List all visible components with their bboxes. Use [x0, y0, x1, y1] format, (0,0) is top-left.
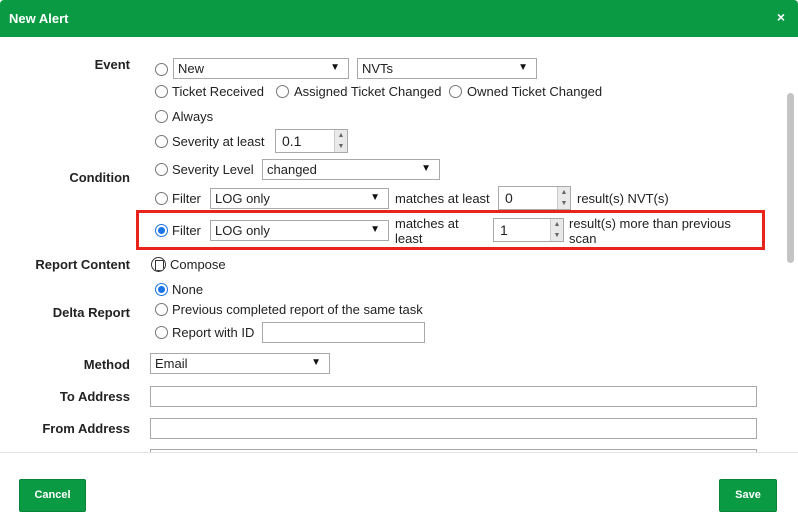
condition-label: Condition: [69, 170, 130, 185]
cancel-button[interactable]: Cancel: [19, 479, 86, 512]
compose-icon[interactable]: [151, 257, 166, 272]
dialog-titlebar: New Alert ×: [0, 0, 798, 37]
delta-report-id-radio[interactable]: [155, 326, 168, 339]
chevron-down-icon: ▼: [421, 163, 431, 174]
severity-level-label: Severity Level: [172, 162, 254, 177]
method-value: Email: [155, 356, 188, 371]
scrollbar-thumb[interactable]: [787, 93, 794, 263]
assigned-ticket-changed-label: Assigned Ticket Changed: [294, 84, 442, 99]
from-address-label: From Address: [42, 421, 130, 436]
filter-nvt-result-label: result(s) NVT(s): [577, 191, 669, 206]
chevron-down-icon: ▼: [330, 62, 340, 73]
method-select[interactable]: Email ▼: [150, 353, 330, 374]
filter-nvt-count-stepper[interactable]: 0 ▲ ▼: [498, 186, 571, 210]
severity-value-stepper[interactable]: 0.1 ▲ ▼: [275, 129, 348, 153]
severity-level-value: changed: [267, 162, 317, 177]
report-content-label: Report Content: [35, 257, 130, 272]
severity-level-radio[interactable]: [155, 163, 168, 176]
event-type-value: New: [178, 61, 205, 76]
delta-report-id-label: Report with ID: [172, 325, 255, 340]
delta-previous-label: Previous completed report of the same ta…: [172, 302, 423, 317]
event-new-radio[interactable]: [155, 63, 168, 76]
assigned-ticket-changed-radio[interactable]: [276, 85, 289, 98]
dialog-footer: Cancel Save: [0, 452, 798, 520]
ticket-received-label: Ticket Received: [172, 84, 264, 99]
to-address-label: To Address: [59, 389, 130, 404]
event-type-select[interactable]: New ▼: [173, 58, 349, 79]
highlight-box: [136, 210, 765, 250]
ticket-received-radio[interactable]: [155, 85, 168, 98]
delta-previous-radio[interactable]: [155, 303, 168, 316]
filter-nvt-radio[interactable]: [155, 192, 168, 205]
dialog-title: New Alert: [9, 11, 69, 26]
severity-level-select[interactable]: changed ▼: [262, 159, 440, 180]
owned-ticket-changed-label: Owned Ticket Changed: [467, 84, 603, 99]
condition-always-label: Always: [172, 109, 214, 124]
event-nvts-select[interactable]: NVTs ▼: [357, 58, 537, 79]
stepper-buttons[interactable]: ▲ ▼: [334, 130, 347, 152]
severity-at-least-label: Severity at least: [172, 134, 265, 149]
filter-nvt-select[interactable]: LOG only ▼: [210, 188, 389, 209]
chevron-down-icon: ▼: [370, 192, 380, 203]
compose-link[interactable]: Compose: [170, 257, 226, 272]
delta-report-label: Delta Report: [52, 305, 130, 320]
method-label: Method: [83, 357, 130, 372]
filter-nvt-value: LOG only: [215, 191, 270, 206]
save-button[interactable]: Save: [719, 479, 777, 512]
severity-at-least-radio[interactable]: [155, 135, 168, 148]
chevron-down-icon: ▼: [311, 357, 321, 368]
event-nvts-value: NVTs: [362, 61, 394, 76]
severity-value: 0.1: [282, 133, 302, 149]
event-label: Event: [94, 57, 130, 72]
from-address-input[interactable]: [150, 418, 757, 439]
chevron-down-icon: ▼: [518, 62, 528, 73]
filter-nvt-matches-label: matches at least: [395, 191, 490, 206]
condition-always-radio[interactable]: [155, 110, 168, 123]
report-id-input[interactable]: [262, 322, 425, 343]
filter-nvt-count: 0: [505, 190, 513, 206]
to-address-input[interactable]: [150, 386, 757, 407]
filter-nvt-label: Filter: [172, 191, 201, 206]
owned-ticket-changed-radio[interactable]: [449, 85, 462, 98]
stepper-buttons[interactable]: ▲ ▼: [557, 187, 570, 209]
delta-none-label: None: [172, 282, 204, 297]
delta-none-radio[interactable]: [155, 283, 168, 296]
close-icon[interactable]: ×: [777, 9, 785, 25]
dialog-content: Event New ▼ NVTs ▼ Ticket Received Assig…: [0, 37, 798, 452]
